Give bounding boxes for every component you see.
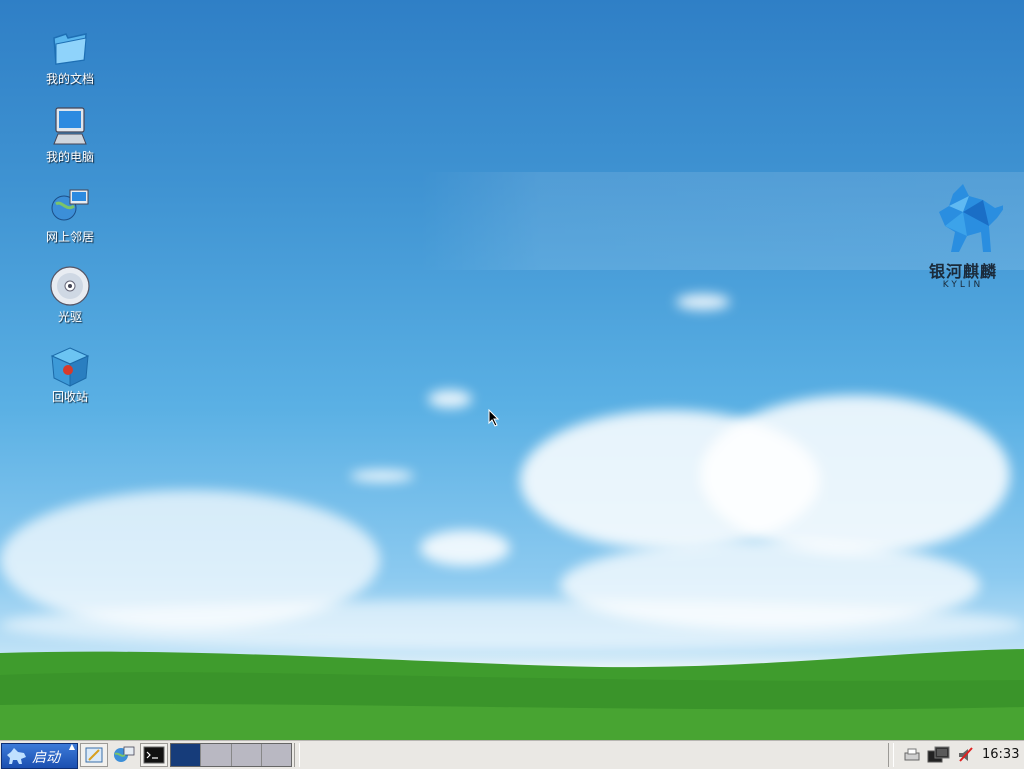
folder-icon xyxy=(48,26,92,70)
network-status-icon[interactable] xyxy=(926,745,952,765)
cdrom-icon xyxy=(48,264,92,308)
workspace-3[interactable] xyxy=(231,744,262,766)
workspace-2[interactable] xyxy=(201,744,232,766)
desktop-icon-cd-drive[interactable]: 光驱 xyxy=(28,264,112,324)
mouse-pointer-icon xyxy=(488,409,500,427)
taskbar: 启动 ▲ 16:33 xyxy=(0,740,1024,769)
start-button[interactable]: 启动 ▲ xyxy=(1,742,78,769)
desktop-icon-label: 网上邻居 xyxy=(45,230,94,244)
computer-icon xyxy=(48,104,92,148)
desktop-icon-my-computer[interactable]: 我的电脑 xyxy=(28,104,112,164)
trash-icon xyxy=(48,344,92,388)
desktop-icon-network-neighborhood[interactable]: 网上邻居 xyxy=(28,184,112,244)
quicklaunch-network-button[interactable] xyxy=(110,743,138,767)
terminal-icon xyxy=(143,746,165,764)
workspace-pager[interactable] xyxy=(170,743,292,767)
printer-icon[interactable] xyxy=(902,745,922,765)
network-globe-icon xyxy=(114,746,135,762)
kylin-emblem xyxy=(939,184,1007,252)
workspace-4[interactable] xyxy=(261,744,291,766)
desktop-icon-label: 光驱 xyxy=(57,310,82,324)
desktop-icon-my-documents[interactable]: 我的文档 xyxy=(28,26,112,86)
logo-name-cn: 银河麒麟 xyxy=(928,262,997,281)
desktop-icon-label: 我的文档 xyxy=(45,72,94,86)
quicklaunch-terminal-button[interactable] xyxy=(140,743,168,767)
chevron-up-icon: ▲ xyxy=(68,742,75,751)
desktop-icon-recycle-bin[interactable]: 回收站 xyxy=(28,344,112,404)
kylin-logo: 银河麒麟 KYLIN xyxy=(918,182,1008,290)
clock[interactable]: 16:33 xyxy=(982,747,1019,762)
text-editor-icon xyxy=(85,747,103,763)
workspace-1[interactable] xyxy=(171,744,202,766)
start-label: 启动 xyxy=(32,750,60,766)
quicklaunch-editor-button[interactable] xyxy=(80,743,108,767)
desktop-icon-label: 我的电脑 xyxy=(45,150,94,164)
desktop-icon-label: 回收站 xyxy=(51,390,88,404)
taskbar-separator xyxy=(294,743,300,767)
volume-muted-icon[interactable] xyxy=(956,745,976,765)
grass-hills xyxy=(0,649,1024,740)
kylin-start-icon xyxy=(7,748,26,764)
network-icon xyxy=(48,184,92,228)
tray-separator xyxy=(888,743,894,767)
desktop-background[interactable]: 我的文档 我的电脑 网上邻居 光驱 回收站 银河麒麟 KYLIN xyxy=(0,0,1024,740)
